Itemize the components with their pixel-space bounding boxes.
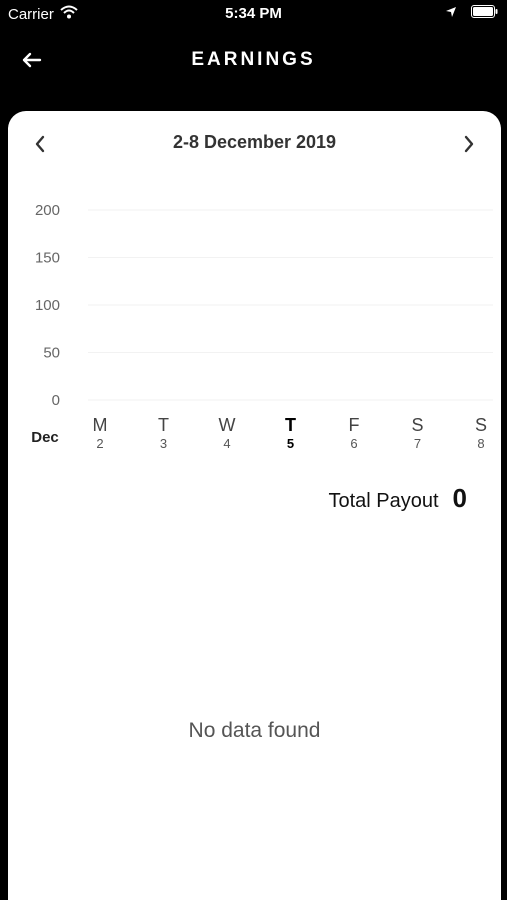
total-payout-value: 0: [452, 483, 467, 513]
chart-x-day-label: M: [93, 415, 108, 435]
clock: 5:34 PM: [225, 5, 282, 22]
chart-x-date-label: 8: [477, 436, 484, 451]
chart-x-day-label: S: [475, 415, 487, 435]
status-bar: Carrier 5:34 PM: [0, 0, 507, 28]
chart-x-date-label: 4: [223, 436, 230, 451]
nav-bar: EARNINGS: [0, 30, 507, 90]
chart-x-date-label: 2: [96, 436, 103, 451]
chart-month-label: Dec: [31, 429, 59, 446]
chart-y-tick-label: 150: [35, 250, 60, 267]
chart-x-date-label: 7: [414, 436, 421, 451]
total-payout: Total Payout 0: [328, 483, 467, 514]
page-title: EARNINGS: [191, 49, 316, 70]
chart-x-date-label: 6: [350, 436, 357, 451]
chart-x-day-label: S: [411, 415, 423, 435]
chart-x-day-label: F: [349, 415, 360, 435]
chart-x-day-label: T: [285, 415, 296, 435]
chart-y-tick-label: 200: [35, 202, 60, 219]
status-icons: [445, 5, 499, 23]
chart-x-day-label: T: [158, 415, 169, 435]
chart-x-day-label: W: [219, 415, 236, 435]
chart-y-tick-label: 50: [43, 345, 60, 362]
chart-y-tick-label: 100: [35, 297, 60, 314]
empty-state-message: No data found: [188, 719, 321, 742]
chart-x-date-label: 3: [160, 436, 167, 451]
total-payout-label: Total Payout: [328, 490, 439, 512]
earnings-bar-chart: 050100150200DecM2T3W4T5F6S7S8: [31, 202, 493, 451]
chart-x-date-label: 5: [287, 436, 294, 451]
chart-y-tick-label: 0: [52, 392, 60, 409]
location-arrow-icon: [445, 5, 457, 23]
earnings-card: 2-8 December 2019 0 50 100 150 200 Dec M 2 T 3 W 4 T…: [8, 111, 501, 900]
battery-icon: [471, 5, 499, 23]
